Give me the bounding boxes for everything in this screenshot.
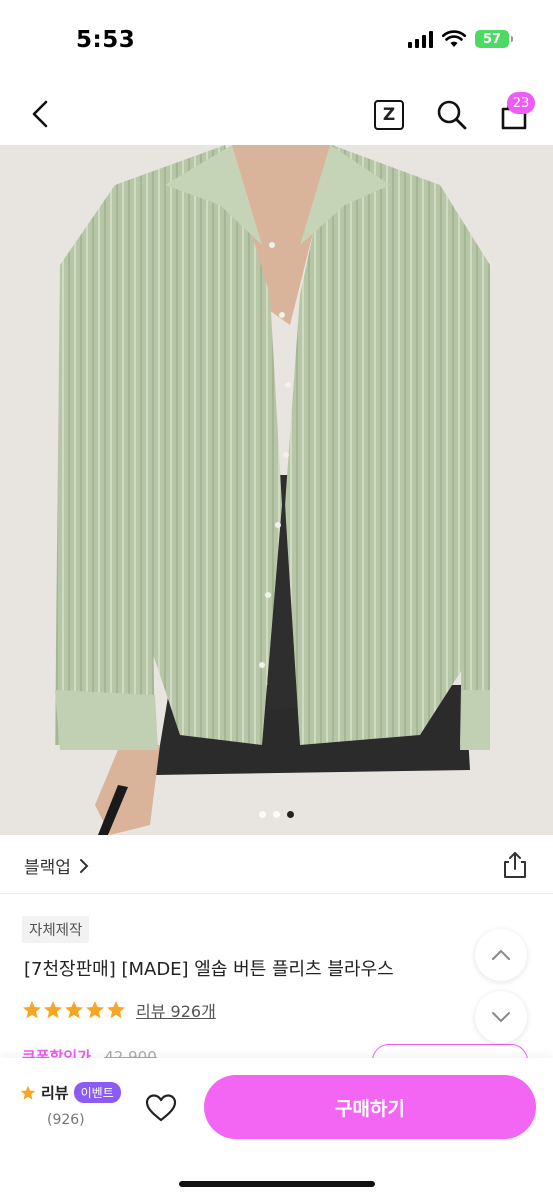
wifi-icon — [442, 30, 466, 47]
product-tag: 자체제작 — [22, 916, 90, 943]
gallery-dot[interactable] — [259, 811, 266, 818]
cellular-signal-icon — [408, 30, 433, 48]
search-button[interactable] — [434, 97, 470, 133]
status-icons: 57 — [408, 30, 513, 48]
review-link[interactable]: 리뷰 926개 — [136, 998, 216, 1022]
star-icon — [86, 1001, 104, 1019]
star-icon — [20, 1085, 36, 1100]
product-image[interactable] — [0, 145, 553, 835]
chevron-left-icon — [32, 100, 48, 128]
chevron-up-icon — [492, 949, 510, 960]
gallery-pagination — [0, 811, 553, 818]
battery-icon: 57 — [475, 30, 513, 48]
scroll-up-button[interactable] — [475, 929, 527, 981]
heart-icon — [145, 1094, 177, 1122]
z-button[interactable]: Z — [374, 100, 404, 130]
wishlist-button[interactable] — [144, 1092, 178, 1124]
bottom-action-bar: 리뷰 이벤트 (926) 구매하기 — [0, 1058, 553, 1200]
gallery-dot-active[interactable] — [287, 811, 294, 818]
review-summary[interactable]: 리뷰 이벤트 — [20, 1082, 121, 1103]
rating-stars — [22, 1000, 126, 1020]
review-count: (926) — [47, 1112, 85, 1128]
star-icon — [44, 1001, 62, 1019]
product-title: [7천장판매] [MADE] 엘솝 버튼 플리츠 블라우스 — [24, 959, 394, 980]
share-icon — [504, 852, 526, 878]
home-indicator — [179, 1181, 375, 1187]
chevron-down-icon — [492, 1012, 510, 1023]
share-button[interactable] — [500, 850, 530, 880]
brand-name: 블랙업 — [24, 858, 71, 878]
scroll-down-button[interactable] — [475, 991, 527, 1043]
status-time: 5:53 — [76, 27, 136, 53]
brand-row: 블랙업 — [0, 836, 553, 894]
event-badge: 이벤트 — [73, 1082, 121, 1103]
back-button[interactable] — [22, 96, 58, 132]
product-photo — [0, 145, 553, 835]
status-bar: 5:53 57 — [0, 0, 553, 84]
search-icon — [437, 100, 467, 130]
review-label: 리뷰 — [41, 1084, 69, 1102]
cart-count-badge: 23 — [507, 92, 535, 114]
star-icon — [65, 1001, 83, 1019]
nav-bar: Z 23 — [0, 84, 553, 144]
chevron-right-icon — [79, 858, 89, 873]
z-label: Z — [382, 105, 396, 125]
gallery-dot[interactable] — [273, 811, 280, 818]
brand-link[interactable]: 블랙업 — [24, 853, 89, 878]
rating-row: 리뷰 926개 — [22, 998, 216, 1022]
star-icon — [107, 1001, 125, 1019]
buy-button[interactable]: 구매하기 — [204, 1075, 536, 1139]
star-icon — [23, 1001, 41, 1019]
battery-level: 57 — [482, 31, 502, 47]
